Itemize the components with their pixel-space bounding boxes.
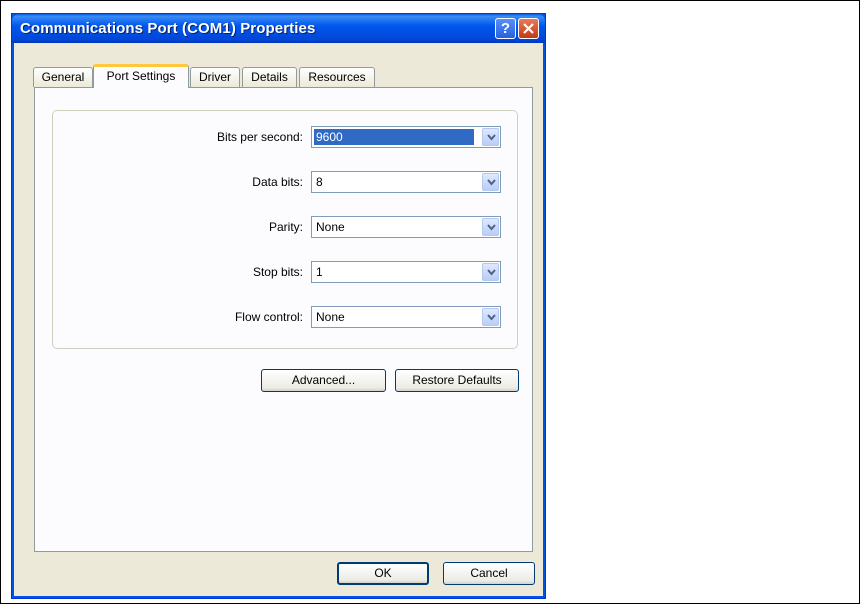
parity-label: Parity: [268,220,303,234]
tab-port-settings-label: Port Settings [106,69,176,83]
ok-button[interactable]: OK [337,562,429,585]
help-button[interactable]: ? [495,18,516,39]
properties-dialog: Communications Port (COM1) Properties ? … [11,13,546,599]
restore-defaults-button[interactable]: Restore Defaults [395,369,519,392]
tab-port-settings[interactable]: Port Settings [93,64,189,88]
close-icon [523,23,534,34]
tab-resources-label: Resources [308,70,366,84]
tab-details-label: Details [251,70,288,84]
restore-defaults-button-label: Restore Defaults [412,373,502,387]
close-button[interactable] [518,18,539,39]
data-bits-label: Data bits: [252,175,303,189]
tab-general-label: General [41,70,85,84]
tab-panel-port-settings: Bits per second: 9600 Data bits: 8 Parit… [34,87,533,552]
dropdown-button[interactable] [482,263,499,281]
tab-driver-label: Driver [199,70,231,84]
dropdown-button[interactable] [482,173,499,191]
bits-per-second-label: Bits per second: [216,130,303,144]
advanced-button[interactable]: Advanced... [261,369,386,392]
parity-value: None [316,220,345,234]
stop-bits-select[interactable]: 1 [311,261,501,283]
flow-control-value: None [316,310,345,324]
advanced-button-label: Advanced... [291,373,356,387]
tab-resources[interactable]: Resources [299,67,375,87]
tab-details[interactable]: Details [242,67,297,87]
dropdown-button[interactable] [482,308,499,326]
stop-bits-value: 1 [316,265,323,279]
chevron-down-icon [487,224,496,231]
chevron-down-icon [487,179,496,186]
flow-control-label: Flow control: [234,310,303,324]
bits-per-second-select[interactable]: 9600 [311,126,501,148]
dropdown-button[interactable] [482,218,499,236]
flow-control-select[interactable]: None [311,306,501,328]
stop-bits-label: Stop bits: [252,265,303,279]
window-title: Communications Port (COM1) Properties [20,20,316,37]
tab-driver[interactable]: Driver [190,67,240,87]
settings-group: Bits per second: 9600 Data bits: 8 Parit… [52,110,518,349]
tab-general[interactable]: General [33,67,93,87]
dropdown-button[interactable] [482,128,499,146]
bits-per-second-value: 9600 [314,129,474,145]
chevron-down-icon [487,269,496,276]
ok-button-label: OK [374,566,392,580]
data-bits-value: 8 [316,175,323,189]
parity-select[interactable]: None [311,216,501,238]
data-bits-select[interactable]: 8 [311,171,501,193]
chevron-down-icon [487,314,496,321]
title-bar[interactable]: Communications Port (COM1) Properties ? [12,14,545,43]
cancel-button-label: Cancel [470,566,508,580]
help-icon: ? [500,20,511,37]
chevron-down-icon [487,134,496,141]
cancel-button[interactable]: Cancel [443,562,535,585]
